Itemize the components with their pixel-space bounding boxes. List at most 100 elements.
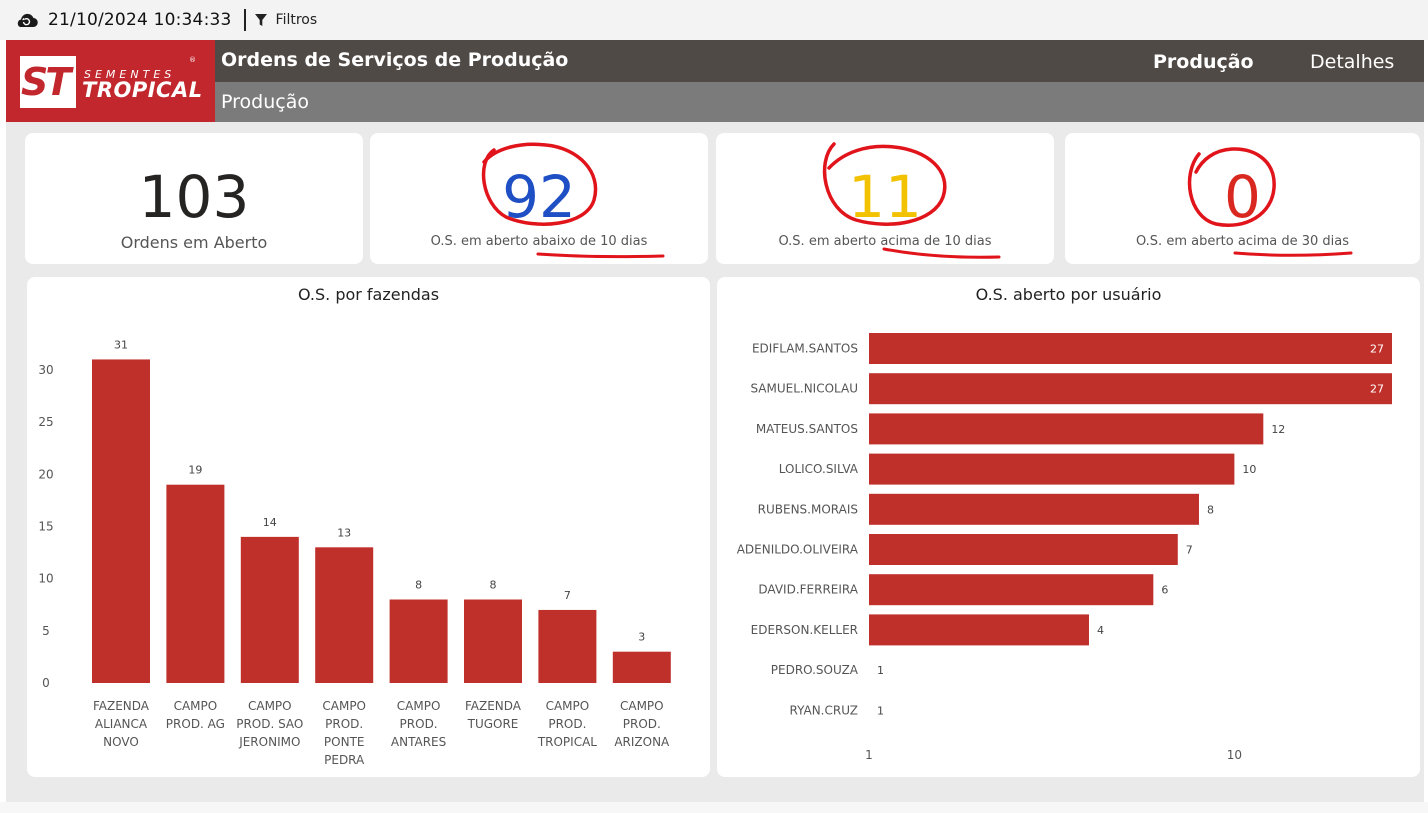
x-tick-label: FAZENDA — [93, 699, 150, 713]
bar-usuario — [869, 373, 1392, 405]
bar-data-label: 8 — [415, 579, 422, 592]
x-tick-label: JERONIMO — [238, 735, 300, 749]
chart-card-os-por-usuario[interactable]: O.S. aberto por usuário EDIFLAM.SANTOS 27… — [717, 277, 1420, 777]
chart-card-os-por-fazendas[interactable]: O.S. por fazendas 0 5 10 15 20 25 30 31 FAZENDA A… — [27, 277, 710, 777]
x-tick-label: CAMPO — [322, 699, 366, 713]
kpi-card-above-10-days[interactable]: 11 O.S. em aberto acima de 10 dias — [716, 133, 1054, 264]
cloud-refresh-icon[interactable] — [12, 8, 40, 32]
kpi-value-below-10-days: 92 — [502, 163, 576, 231]
bar-data-label: 13 — [337, 526, 351, 539]
bar-data-label: 1 — [877, 664, 884, 677]
x-tick-label: 1 — [865, 748, 873, 762]
x-tick-label: NOVO — [103, 735, 139, 749]
bar-usuario — [869, 574, 1154, 606]
kpi-card-total[interactable]: 103 Ordens em Aberto — [25, 133, 363, 264]
bar-fazenda — [315, 547, 374, 683]
bar-data-label: 12 — [1271, 423, 1285, 436]
refresh-timestamp: 21/10/2024 10:34:33 — [48, 10, 232, 30]
y-category-label: PEDRO.SOUZA — [771, 663, 859, 677]
x-tick-label: TUGORE — [467, 717, 519, 731]
logo-bottom-text: TROPICAL — [82, 78, 203, 102]
bar-data-label: 8 — [1207, 503, 1214, 516]
x-tick-label: ANTARES — [391, 735, 446, 749]
x-tick-label: TROPICAL — [537, 735, 597, 749]
toolbar: 21/10/2024 10:34:33 Filtros — [0, 0, 1428, 40]
bar-usuario — [869, 493, 1199, 525]
page-subtitle: Produção — [221, 91, 309, 113]
logo-registered-mark: ® — [189, 56, 196, 64]
y-tick-label: 20 — [38, 467, 53, 481]
y-tick-label: 10 — [38, 572, 53, 586]
bar-data-label: 7 — [564, 589, 571, 602]
bar-data-label: 10 — [1242, 463, 1256, 476]
nav-tab-detalhes[interactable]: Detalhes — [1310, 51, 1394, 73]
logo-mark: ST — [20, 56, 76, 108]
nav-tab-producao[interactable]: Produção — [1153, 51, 1254, 73]
logo-mark-text: ST — [21, 60, 71, 104]
x-tick-label: PROD. AG — [166, 717, 225, 731]
x-tick-label: CAMPO — [546, 699, 590, 713]
kpi-label-below-10-days: O.S. em aberto abaixo de 10 dias — [430, 234, 648, 249]
x-tick-label: CAMPO — [620, 699, 664, 713]
kpi-card-above-30-days[interactable]: 0 O.S. em aberto acima de 30 dias — [1065, 133, 1420, 264]
bar-data-label: 19 — [188, 464, 202, 477]
y-tick-label: 5 — [42, 624, 50, 638]
bar-fazenda — [612, 651, 671, 683]
kpi-value-above-30-days: 0 — [1224, 163, 1261, 231]
bar-usuario — [869, 413, 1264, 445]
x-tick-label: FAZENDA — [465, 699, 522, 713]
x-tick-label: CAMPO — [397, 699, 441, 713]
y-category-label: ADENILDO.OLIVEIRA — [737, 543, 859, 557]
x-tick-label: PROD. — [623, 717, 661, 731]
bar-usuario — [869, 614, 1089, 646]
y-tick-label: 15 — [38, 519, 53, 533]
toolbar-divider — [243, 9, 246, 31]
y-category-label: RUBENS.MORAIS — [758, 502, 858, 516]
kpi-label-above-30-days: O.S. em aberto acima de 30 dias — [1135, 234, 1350, 249]
x-tick-label: PROD. SAO — [236, 717, 303, 731]
x-tick-label: PROD. — [548, 717, 586, 731]
bar-data-label: 1 — [877, 704, 884, 717]
bar-data-label: 7 — [1186, 544, 1193, 557]
y-tick-label: 25 — [38, 415, 53, 429]
x-tick-label: PROD. — [325, 717, 363, 731]
header-subtitle-bar: Produção — [215, 82, 1424, 122]
filter-icon[interactable] — [254, 13, 268, 27]
bar-fazenda — [389, 599, 448, 683]
bar-usuario — [869, 534, 1178, 565]
header-title-bar: Ordens de Serviços de Produção Produção … — [215, 40, 1424, 82]
app-header: ST SEMENTES TROPICAL ® Ordens de Serviço… — [6, 40, 1424, 122]
y-category-label: EDERSON.KELLER — [751, 623, 858, 637]
bar-fazenda — [464, 599, 522, 683]
kpi-card-below-10-days[interactable]: 92 O.S. em aberto abaixo de 10 dias — [370, 133, 708, 264]
bottom-status-strip — [0, 802, 1428, 813]
bar-usuario — [869, 333, 1392, 364]
x-tick-label: PROD. — [400, 717, 438, 731]
bar-data-label: 14 — [263, 516, 277, 529]
x-tick-label: CAMPO — [248, 699, 292, 713]
y-category-label: LOLICO.SILVA — [779, 462, 859, 476]
kpi-value-above-10-days: 11 — [848, 163, 922, 231]
chart-os-por-usuario: EDIFLAM.SANTOS 27 SAMUEL.NICOLAU 27 MATEUS.S… — [737, 333, 1392, 762]
kpi-label-above-10-days: O.S. em aberto acima de 10 dias — [778, 234, 992, 249]
kpi-label-total: Ordens em Aberto — [120, 233, 268, 252]
bar-data-label: 31 — [114, 338, 128, 351]
y-category-label: SAMUEL.NICOLAU — [750, 382, 858, 396]
bar-fazenda — [240, 536, 299, 683]
brand-logo: ST SEMENTES TROPICAL ® — [6, 40, 215, 122]
bar-data-label: 6 — [1161, 584, 1168, 597]
bar-fazenda — [92, 359, 150, 683]
y-tick-label: 0 — [42, 676, 50, 690]
bar-data-label: 4 — [1097, 624, 1104, 637]
x-tick-label: 10 — [1227, 748, 1242, 762]
bar-data-label: 8 — [490, 579, 497, 592]
page-title: Ordens de Serviços de Produção — [221, 49, 569, 71]
y-category-label: DAVID.FERREIRA — [758, 583, 858, 597]
x-tick-label: CAMPO — [174, 699, 218, 713]
bar-fazenda — [538, 609, 597, 683]
report-canvas: 103 Ordens em Aberto 92 O.S. em aberto a… — [6, 122, 1424, 802]
bar-data-label: 3 — [638, 631, 645, 644]
x-tick-label: ALIANCA — [95, 717, 148, 731]
filter-button-label[interactable]: Filtros — [276, 12, 318, 28]
y-category-label: RYAN.CRUZ — [790, 703, 858, 717]
